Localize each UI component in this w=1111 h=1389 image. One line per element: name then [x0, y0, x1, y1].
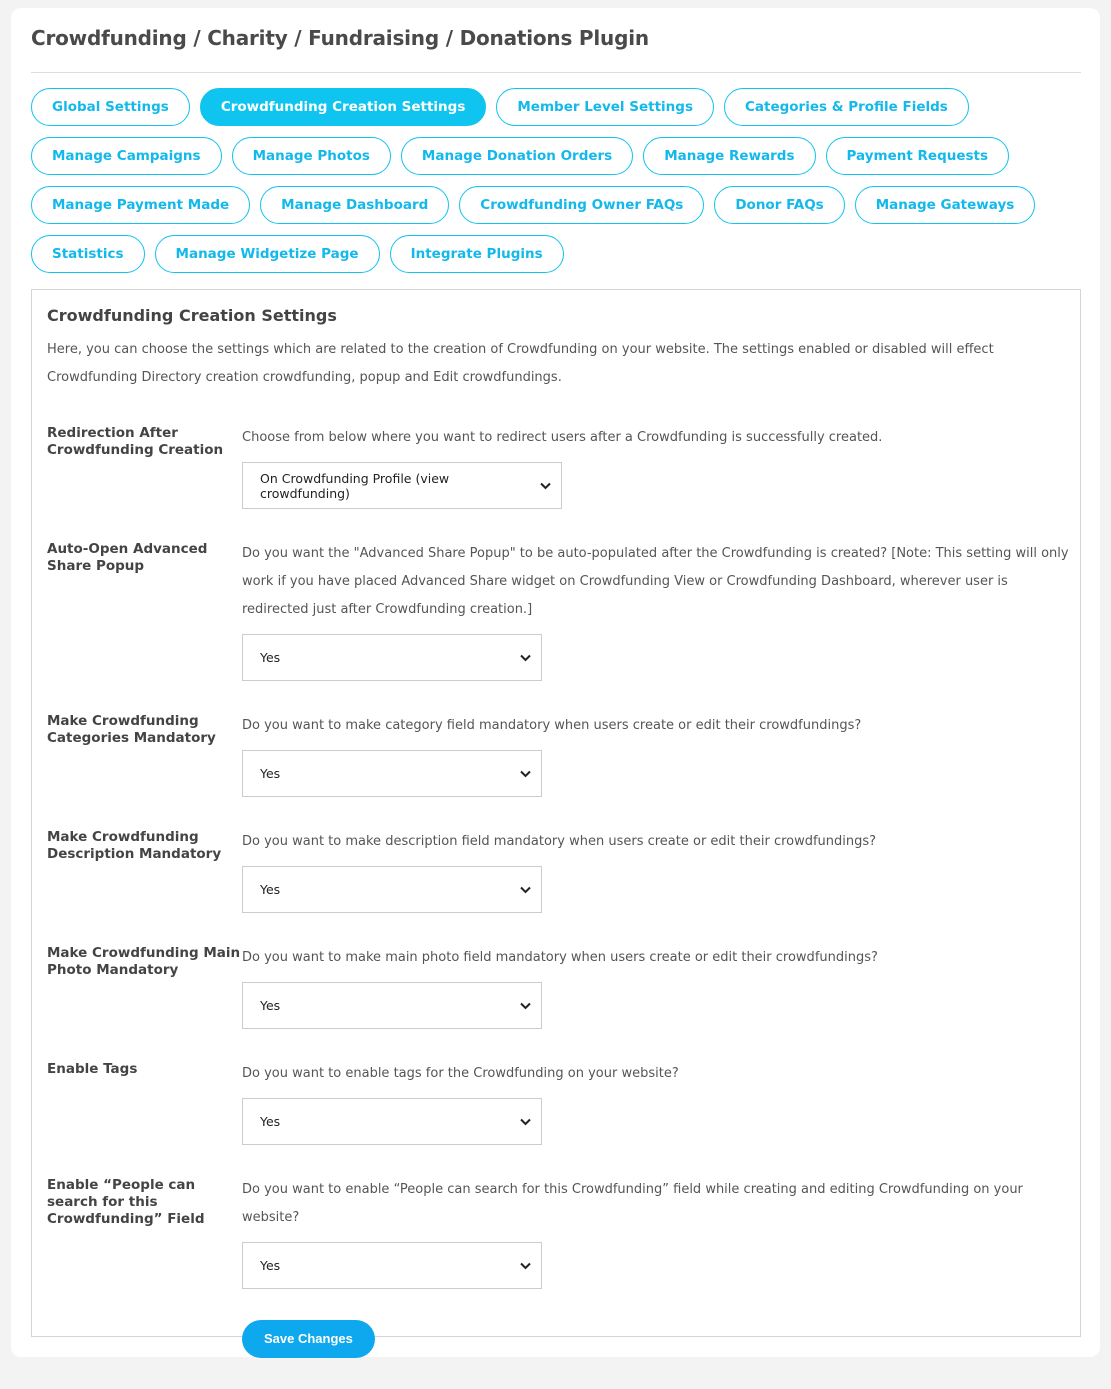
- setting-select[interactable]: Yes: [242, 634, 542, 681]
- setting-description: Choose from below where you want to redi…: [242, 430, 883, 445]
- setting-control: Do you want to make category field manda…: [242, 712, 1072, 797]
- setting-label: Enable “People can search for this Crowd…: [47, 1177, 205, 1227]
- setting-select[interactable]: On Crowdfunding Profile (view crowdfundi…: [242, 462, 562, 509]
- main-card: Crowdfunding / Charity / Fundraising / D…: [11, 8, 1100, 1358]
- tab-manage-gateways[interactable]: Manage Gateways: [854, 186, 1036, 224]
- tab-member-level-settings[interactable]: Member Level Settings: [496, 88, 714, 126]
- setting-description: Do you want the "Advanced Share Popup" t…: [242, 546, 1069, 617]
- setting-row: Make Crowdfunding Description Mandatory …: [47, 828, 1072, 913]
- tab-crowdfunding-owner-faqs[interactable]: Crowdfunding Owner FAQs: [459, 186, 705, 224]
- chevron-down-icon: [520, 651, 531, 665]
- tab-manage-rewards[interactable]: Manage Rewards: [643, 137, 816, 175]
- setting-control: Do you want to enable “People can search…: [242, 1176, 1072, 1289]
- save-changes-button[interactable]: Save Changes: [242, 1320, 375, 1358]
- setting-control: Do you want to make main photo field man…: [242, 944, 1072, 1029]
- tab-categories-profile-fields[interactable]: Categories & Profile Fields: [723, 88, 969, 126]
- setting-row: Redirection After Crowdfunding Creation …: [47, 424, 1072, 509]
- setting-label: Auto-Open Advanced Share Popup: [47, 541, 208, 574]
- chevron-down-icon: [540, 479, 551, 493]
- setting-row: Auto-Open Advanced Share Popup Do you wa…: [47, 540, 1072, 681]
- select-value: Yes: [260, 766, 281, 781]
- setting-label: Make Crowdfunding Description Mandatory: [47, 829, 222, 862]
- tab-payment-requests[interactable]: Payment Requests: [825, 137, 1010, 175]
- page-title: Crowdfunding / Charity / Fundraising / D…: [31, 26, 649, 50]
- tab-manage-photos[interactable]: Manage Photos: [231, 137, 391, 175]
- select-value: Yes: [260, 650, 281, 665]
- divider: [31, 72, 1081, 73]
- tab-manage-payment-made[interactable]: Manage Payment Made: [31, 186, 251, 224]
- select-value: Yes: [260, 1258, 281, 1273]
- chevron-down-icon: [520, 1259, 531, 1273]
- setting-description: Do you want to make description field ma…: [242, 834, 877, 849]
- settings-section: Crowdfunding Creation Settings Here, you…: [31, 289, 1081, 1358]
- setting-control: Choose from below where you want to redi…: [242, 424, 1072, 509]
- setting-select[interactable]: Yes: [242, 1098, 542, 1145]
- setting-description: Do you want to make category field manda…: [242, 718, 862, 733]
- setting-control: Do you want the "Advanced Share Popup" t…: [242, 540, 1072, 681]
- setting-description: Do you want to enable tags for the Crowd…: [242, 1066, 679, 1081]
- select-value: On Crowdfunding Profile (view crowdfundi…: [260, 470, 450, 501]
- select-value: Yes: [260, 998, 281, 1013]
- tab-manage-widgetize-page[interactable]: Manage Widgetize Page: [154, 235, 380, 273]
- setting-row: Enable “People can search for this Crowd…: [47, 1176, 1072, 1289]
- tab-bar: Global Settings Crowdfunding Creation Set…: [31, 88, 1091, 273]
- tab-manage-donation-orders[interactable]: Manage Donation Orders: [400, 137, 634, 175]
- setting-row: Make Crowdfunding Categories Mandatory D…: [47, 712, 1072, 797]
- setting-control: Do you want to enable tags for the Crowd…: [242, 1060, 1072, 1145]
- setting-select[interactable]: Yes: [242, 866, 542, 913]
- setting-row: Make Crowdfunding Main Photo Mandatory D…: [47, 944, 1072, 1029]
- chevron-down-icon: [520, 883, 531, 897]
- setting-label: Enable Tags: [47, 1061, 138, 1077]
- save-container: Save Changes: [242, 1320, 1072, 1358]
- setting-description: Do you want to enable “People can search…: [242, 1182, 1023, 1225]
- chevron-down-icon: [520, 999, 531, 1013]
- save-row: Save Changes: [47, 1320, 1072, 1358]
- tab-manage-campaigns[interactable]: Manage Campaigns: [31, 137, 222, 175]
- select-value: Yes: [260, 882, 281, 897]
- section-title: Crowdfunding Creation Settings: [47, 306, 337, 325]
- tab-crowdfunding-creation-settings[interactable]: Crowdfunding Creation Settings: [199, 88, 487, 126]
- settings-form: Redirection After Crowdfunding Creation …: [47, 424, 1072, 1389]
- setting-select[interactable]: Yes: [242, 1242, 542, 1289]
- section-description: Here, you can choose the settings which …: [47, 342, 994, 385]
- chevron-down-icon: [520, 767, 531, 781]
- setting-row: Enable Tags Do you want to enable tags f…: [47, 1060, 1072, 1145]
- setting-label: Redirection After Crowdfunding Creation: [47, 425, 224, 458]
- tab-integrate-plugins[interactable]: Integrate Plugins: [389, 235, 564, 273]
- setting-select[interactable]: Yes: [242, 982, 542, 1029]
- tab-global-settings[interactable]: Global Settings: [31, 88, 190, 126]
- tab-donor-faqs[interactable]: Donor FAQs: [714, 186, 845, 224]
- setting-select[interactable]: Yes: [242, 750, 542, 797]
- chevron-down-icon: [520, 1115, 531, 1129]
- setting-control: Do you want to make description field ma…: [242, 828, 1072, 913]
- setting-description: Do you want to make main photo field man…: [242, 950, 878, 965]
- setting-label: Make Crowdfunding Categories Mandatory: [47, 713, 216, 746]
- select-value: Yes: [260, 1114, 281, 1129]
- tab-manage-dashboard[interactable]: Manage Dashboard: [260, 186, 450, 224]
- tab-statistics[interactable]: Statistics: [31, 235, 145, 273]
- setting-label: Make Crowdfunding Main Photo Mandatory: [47, 945, 241, 978]
